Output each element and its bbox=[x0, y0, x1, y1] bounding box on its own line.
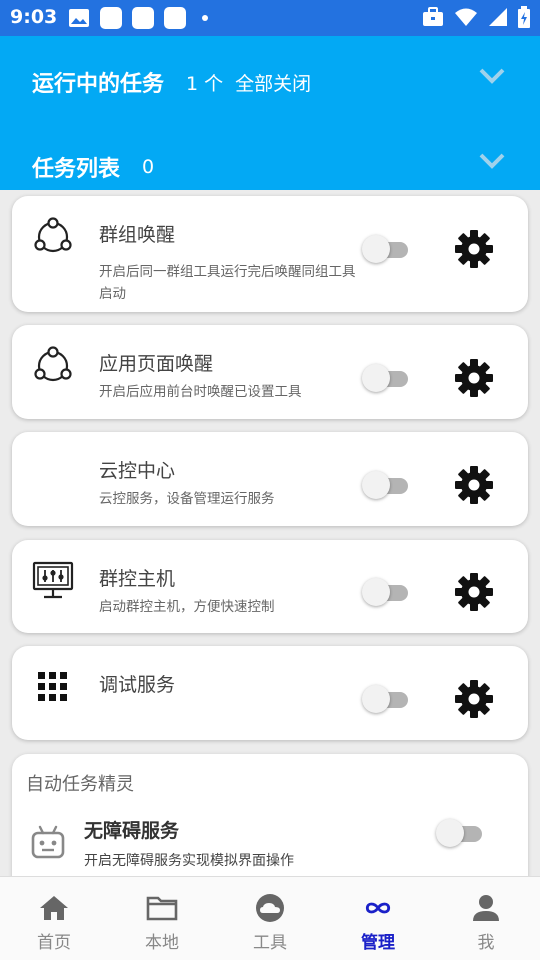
card-title: 应用页面唤醒 bbox=[99, 353, 214, 375]
toggle-thumb bbox=[362, 471, 390, 499]
nav-manage[interactable]: 管理 bbox=[324, 877, 432, 960]
app-page-wake-card: 应用页面唤醒 开启后应用前台时唤醒已设置工具 bbox=[12, 325, 528, 419]
system-icons bbox=[422, 6, 530, 28]
group-wake-toggle[interactable] bbox=[362, 234, 414, 264]
nav-label: 管理 bbox=[361, 933, 395, 953]
card-title: 群组唤醒 bbox=[99, 224, 176, 246]
task-list-row[interactable]: 任务列表 0 bbox=[32, 151, 506, 183]
card-title: 云控中心 bbox=[99, 460, 176, 482]
accessibility-service-description: 开启无障碍服务实现模拟界面操作 bbox=[84, 853, 294, 869]
toggle-thumb bbox=[362, 364, 390, 392]
accessibility-service-title: 无障碍服务 bbox=[84, 820, 180, 842]
toggle-thumb bbox=[362, 578, 390, 606]
home-icon bbox=[40, 896, 68, 920]
group-control-host-toggle[interactable] bbox=[362, 577, 414, 607]
toggle-thumb bbox=[362, 235, 390, 263]
nav-me[interactable]: 我 bbox=[432, 877, 540, 960]
infinity-icon bbox=[365, 902, 391, 914]
accessibility-service-toggle[interactable] bbox=[436, 818, 488, 848]
status-bar: 9:03 bbox=[0, 0, 540, 36]
task-header: 运行中的任务 1 个 全部关闭 任务列表 0 bbox=[0, 36, 540, 190]
running-tasks-row[interactable]: 运行中的任务 1 个 全部关闭 bbox=[32, 66, 506, 98]
grid-icon bbox=[38, 672, 67, 701]
task-list-count: 0 bbox=[142, 156, 155, 178]
toggle-thumb bbox=[362, 685, 390, 713]
card-title: 群控主机 bbox=[99, 568, 176, 590]
card-description: 云控服务，设备管理运行服务 bbox=[99, 491, 275, 507]
chevron-down-icon[interactable] bbox=[478, 66, 506, 86]
group-wake-card: 群组唤醒 开启后同一群组工具运行完后唤醒同组工具启动 bbox=[12, 196, 528, 312]
chevron-down-icon[interactable] bbox=[478, 151, 506, 171]
cloud-control-card: 云控中心 云控服务，设备管理运行服务 bbox=[12, 432, 528, 526]
person-icon bbox=[473, 895, 499, 921]
card-description: 启动群控主机，方便快速控制 bbox=[99, 599, 275, 615]
android-robot-icon bbox=[31, 825, 65, 859]
more-notifications-icon bbox=[202, 15, 208, 21]
settings-list[interactable]: 群组唤醒 开启后同一群组工具运行完后唤醒同组工具启动 应用页面唤醒 开启后应用前… bbox=[0, 190, 540, 876]
nav-label: 我 bbox=[477, 933, 495, 953]
cloud-control-toggle[interactable] bbox=[362, 470, 414, 500]
app-notification-icon bbox=[164, 7, 186, 29]
card-description: 开启后应用前台时唤醒已设置工具 bbox=[99, 384, 302, 400]
nav-label: 工具 bbox=[253, 933, 287, 953]
debug-service-toggle[interactable] bbox=[362, 684, 414, 714]
nav-home[interactable]: 首页 bbox=[0, 877, 108, 960]
image-notification-icon bbox=[69, 9, 89, 27]
cloud-icon bbox=[256, 894, 284, 922]
nav-label: 本地 bbox=[145, 933, 179, 953]
app-notification-icon bbox=[100, 7, 122, 29]
monitor-sliders-icon bbox=[32, 561, 74, 599]
task-list-title: 任务列表 bbox=[32, 157, 121, 182]
folder-icon bbox=[146, 896, 178, 921]
debug-service-card: 调试服务 bbox=[12, 646, 528, 740]
wifi-icon bbox=[455, 8, 477, 26]
app-page-wake-toggle[interactable] bbox=[362, 363, 414, 393]
briefcase-icon bbox=[423, 7, 443, 26]
gear-icon[interactable] bbox=[454, 465, 494, 505]
gear-icon[interactable] bbox=[454, 229, 494, 269]
nav-label: 首页 bbox=[37, 933, 71, 953]
section-title: 自动任务精灵 bbox=[26, 774, 134, 795]
running-tasks-title: 运行中的任务 bbox=[32, 72, 165, 97]
gear-icon[interactable] bbox=[454, 572, 494, 612]
running-tasks-count: 1 个 bbox=[186, 72, 224, 95]
close-all-button[interactable]: 全部关闭 bbox=[235, 69, 311, 96]
battery-icon bbox=[518, 6, 530, 28]
card-title: 调试服务 bbox=[99, 674, 176, 696]
cycle-icon bbox=[34, 346, 72, 382]
app-notification-icon bbox=[132, 7, 154, 29]
group-control-host-card: 群控主机 启动群控主机，方便快速控制 bbox=[12, 540, 528, 633]
toggle-thumb bbox=[436, 819, 464, 847]
notification-icons bbox=[68, 7, 208, 29]
nav-tools[interactable]: 工具 bbox=[216, 877, 324, 960]
cycle-icon bbox=[34, 217, 72, 253]
gear-icon[interactable] bbox=[454, 358, 494, 398]
bottom-navigation: 首页 本地 工具 管理 我 bbox=[0, 876, 540, 960]
signal-icon bbox=[489, 8, 507, 26]
auto-task-section: 自动任务精灵 无障碍服务 开启无障碍服务实现模拟界面操作 bbox=[12, 754, 528, 876]
nav-local[interactable]: 本地 bbox=[108, 877, 216, 960]
gear-icon[interactable] bbox=[454, 679, 494, 719]
card-description: 开启后同一群组工具运行完后唤醒同组工具启动 bbox=[99, 264, 356, 302]
status-time: 9:03 bbox=[10, 6, 58, 28]
